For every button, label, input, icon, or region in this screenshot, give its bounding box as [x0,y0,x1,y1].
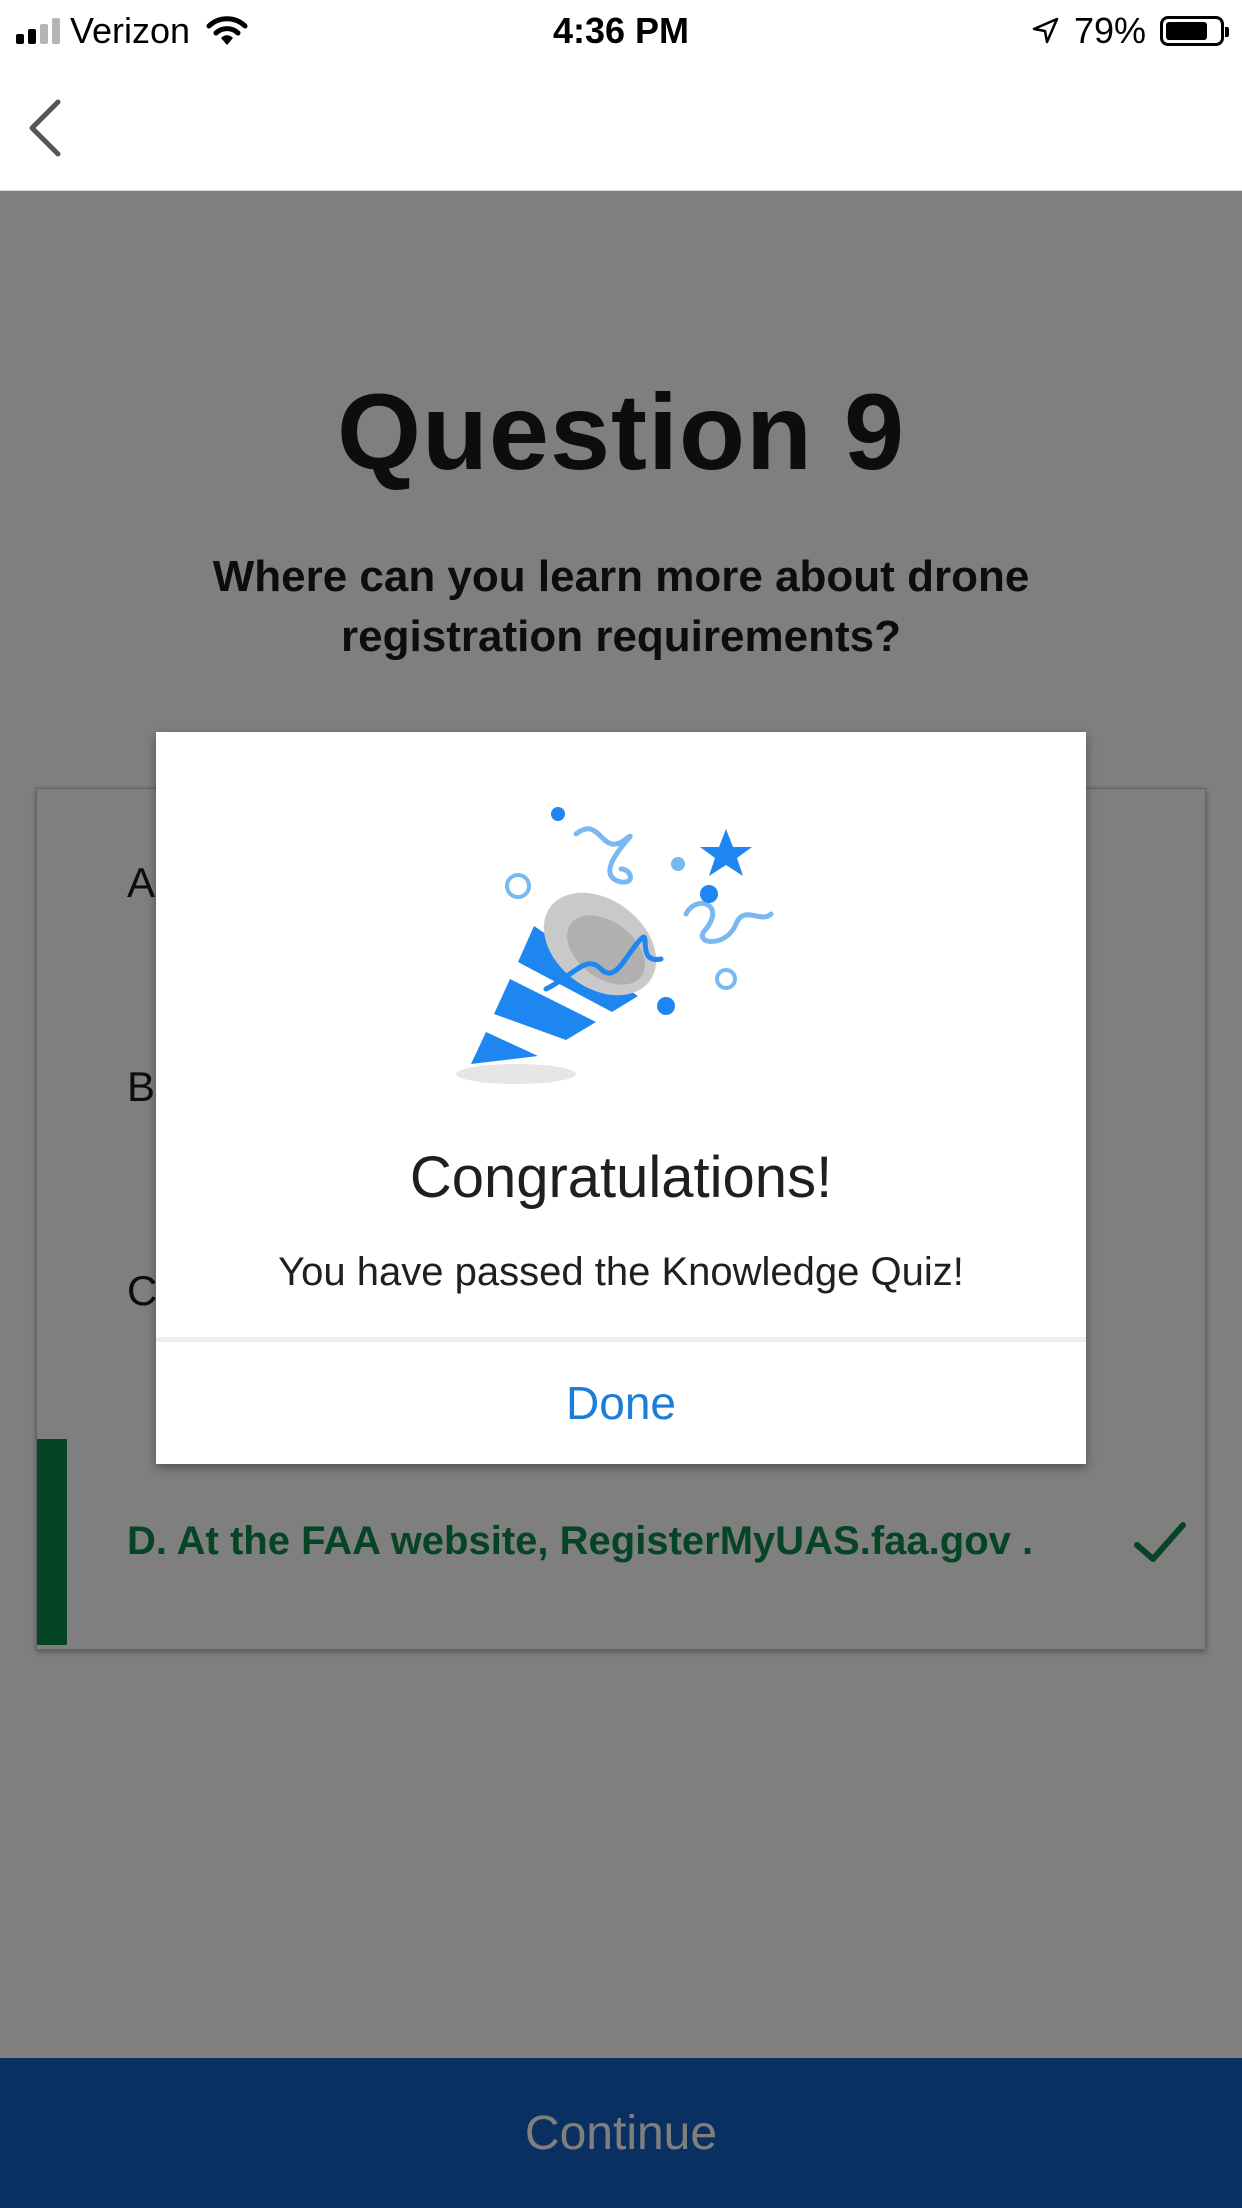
battery-icon [1160,16,1229,46]
nav-bar [0,62,1242,191]
done-button[interactable]: Done [156,1342,1086,1464]
congratulations-dialog: Congratulations! You have passed the Kno… [156,732,1086,1464]
dialog-message: You have passed the Knowledge Quiz! [278,1250,964,1294]
chevron-left-icon[interactable] [22,96,72,160]
party-popper-icon [456,807,774,1084]
location-arrow-icon [1032,17,1059,44]
dialog-title: Congratulations! [409,1145,833,1210]
battery-percent: 79% [1073,10,1146,51]
status-right: 79% [1030,8,1229,54]
status-bar: Verizon 4:36 PM 79% [0,0,1242,62]
